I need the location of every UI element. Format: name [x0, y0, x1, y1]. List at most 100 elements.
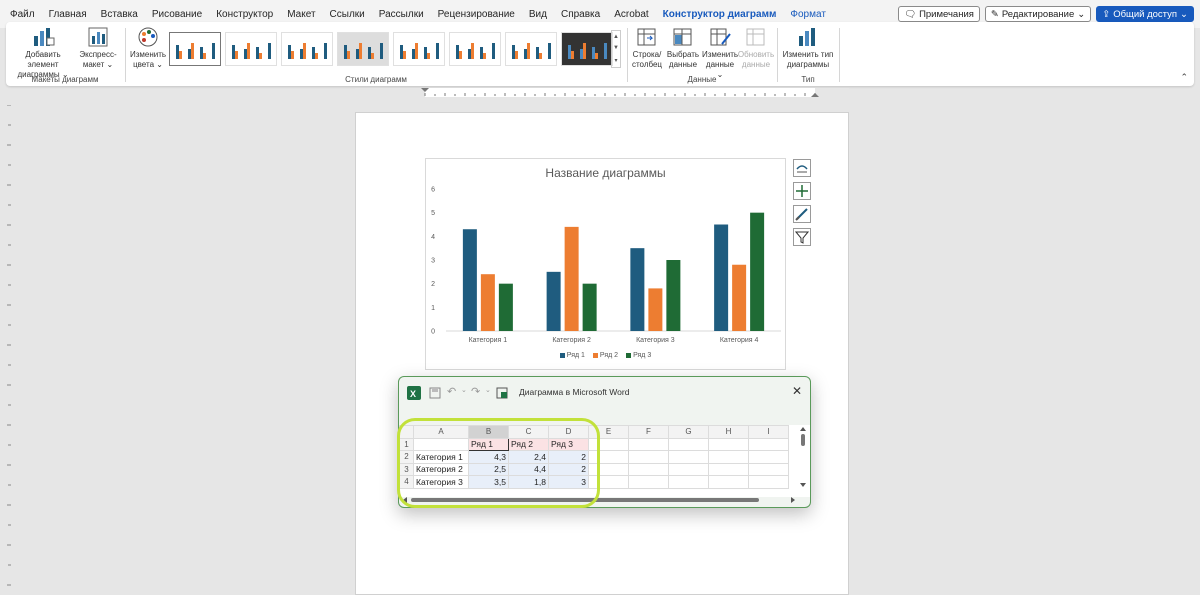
select-data-button[interactable]: Выбрать данные — [666, 26, 700, 70]
gallery-scroll[interactable]: ▲ ▼ ▾ — [611, 30, 621, 68]
chart-legend[interactable]: Ряд 1 Ряд 2 Ряд 3 — [426, 352, 785, 359]
chart-bar[interactable] — [714, 224, 729, 332]
share-button[interactable]: ⇪ Общий доступ ⌄ — [1096, 6, 1194, 22]
chart-style-4[interactable] — [337, 32, 389, 66]
chart-style-1[interactable] — [169, 32, 221, 66]
style-preview-icon — [400, 43, 439, 59]
vertical-ruler — [7, 105, 11, 586]
group-label-data: Данные — [687, 75, 717, 84]
chevron-down-icon[interactable]: ⌄ — [485, 386, 491, 394]
y-tick-label: 6 — [431, 187, 435, 194]
refresh-data-label-2: данные — [741, 60, 771, 69]
chart-style-5[interactable] — [393, 32, 445, 66]
switch-row-col-label-1: Строка/ — [632, 50, 662, 59]
chart-bar[interactable] — [750, 212, 765, 331]
editing-button[interactable]: ✎ Редактирование ⌄ — [984, 6, 1092, 22]
more-icon[interactable]: ▾ — [614, 57, 617, 64]
cell[interactable] — [628, 437, 669, 451]
chart-filters-button[interactable] — [793, 228, 811, 246]
quick-layout-icon — [88, 27, 108, 47]
chart-style-3[interactable] — [281, 32, 333, 66]
cell[interactable] — [628, 475, 669, 489]
cell[interactable] — [748, 437, 789, 451]
chart-elements-button[interactable] — [793, 182, 811, 200]
cell[interactable] — [668, 450, 709, 464]
chevron-down-icon: ⌄ — [1077, 8, 1086, 20]
legend-item-1: Ряд 1 — [559, 352, 585, 359]
quick-layout-label-2: макет ⌄ — [82, 60, 114, 69]
collapse-ribbon-icon[interactable]: ⌃ — [1180, 72, 1188, 83]
chart-bar[interactable] — [564, 226, 579, 331]
cell[interactable] — [628, 462, 669, 476]
cell[interactable] — [708, 475, 749, 489]
change-chart-type-button[interactable]: Изменить тип диаграммы — [780, 26, 836, 70]
group-type: Изменить тип диаграммы Тип — [778, 22, 838, 86]
cell[interactable] — [748, 475, 789, 489]
chart-bar[interactable] — [462, 229, 477, 331]
cell[interactable] — [708, 462, 749, 476]
cell[interactable] — [708, 450, 749, 464]
y-tick-label: 3 — [431, 258, 435, 265]
vertical-scrollbar[interactable] — [799, 427, 807, 487]
legend-swatch — [592, 353, 598, 358]
close-icon[interactable]: ✕ — [792, 384, 802, 398]
undo-icon[interactable]: ↶ — [447, 385, 456, 398]
chart-style-8[interactable] — [561, 32, 613, 66]
chart-bar[interactable] — [732, 264, 747, 331]
chevron-up-icon[interactable]: ▲ — [613, 34, 619, 40]
column-header[interactable]: H — [708, 425, 749, 439]
legend-label: Ряд 2 — [599, 352, 619, 359]
bar-chart[interactable]: 0 1 2 3 4 5 6 Категория 1 Категория 2 Категория 3… — [426, 159, 787, 371]
chart-style-7[interactable] — [505, 32, 557, 66]
column-header[interactable]: I — [748, 425, 789, 439]
cell[interactable] — [748, 450, 789, 464]
cell[interactable] — [668, 475, 709, 489]
switch-row-column-button[interactable]: Строка/ столбец — [630, 26, 664, 70]
chart-style-2[interactable] — [225, 32, 277, 66]
chart-bar[interactable] — [546, 271, 561, 331]
chart-area[interactable]: Название диаграммы 0 1 2 3 4 5 6 Категория 1 Кат… — [425, 158, 786, 370]
excel-window-title: Диаграмма в Microsoft Word — [519, 387, 630, 397]
y-tick-label: 2 — [431, 281, 435, 288]
save-icon[interactable] — [429, 387, 441, 399]
group-chart-layouts: Добавить элемент диаграммы ⌄ Экспресс- м… — [6, 22, 124, 86]
chart-bar[interactable] — [498, 283, 513, 331]
y-tick-label: 4 — [431, 234, 435, 241]
layout-options-button[interactable] — [793, 159, 811, 177]
change-type-label-2: диаграммы — [786, 60, 830, 69]
chevron-down-icon[interactable]: ⌄ — [461, 386, 467, 394]
chart-bar[interactable] — [582, 283, 597, 331]
refresh-data-button[interactable]: Обновить данные — [738, 26, 774, 70]
edit-in-excel-icon[interactable] — [496, 387, 508, 399]
chart-style-6[interactable] — [449, 32, 501, 66]
group-label-styles: Стили диаграмм — [345, 75, 407, 84]
style-preview-icon — [512, 43, 551, 59]
comments-button[interactable]: 🗨 Примечания — [898, 6, 980, 22]
change-colors-button[interactable]: Изменить цвета ⌄ — [130, 26, 166, 70]
column-header[interactable]: G — [668, 425, 709, 439]
chevron-down-icon[interactable]: ▼ — [613, 45, 619, 51]
cell[interactable] — [668, 437, 709, 451]
pencil-icon: ✎ — [990, 8, 999, 20]
horizontal-ruler — [355, 88, 849, 97]
chart-bar[interactable] — [666, 260, 681, 331]
cell[interactable] — [708, 437, 749, 451]
chart-bar[interactable] — [648, 288, 663, 331]
quick-layout-button[interactable]: Экспресс- макет ⌄ — [78, 26, 118, 70]
group-chart-styles: Изменить цвета ⌄ Стили диаграмм — [126, 22, 626, 86]
cell[interactable] — [748, 462, 789, 476]
edit-data-button[interactable]: Изменить данные ⌄ — [702, 26, 738, 80]
add-chart-element-button[interactable]: Добавить элемент диаграммы ⌄ — [12, 26, 74, 80]
redo-icon[interactable]: ↷ — [471, 385, 480, 398]
legend-swatch — [559, 353, 565, 358]
add-element-label-1: Добавить элемент — [25, 50, 61, 69]
cell[interactable] — [628, 450, 669, 464]
select-data-label-1: Выбрать — [666, 50, 700, 59]
chart-bar[interactable] — [480, 274, 495, 331]
chart-bar[interactable] — [630, 248, 645, 331]
cell[interactable] — [668, 462, 709, 476]
column-header[interactable]: F — [628, 425, 669, 439]
switch-row-col-label-2: столбец — [631, 60, 663, 69]
chart-styles-button[interactable] — [793, 205, 811, 223]
edit-data-icon — [710, 28, 731, 46]
